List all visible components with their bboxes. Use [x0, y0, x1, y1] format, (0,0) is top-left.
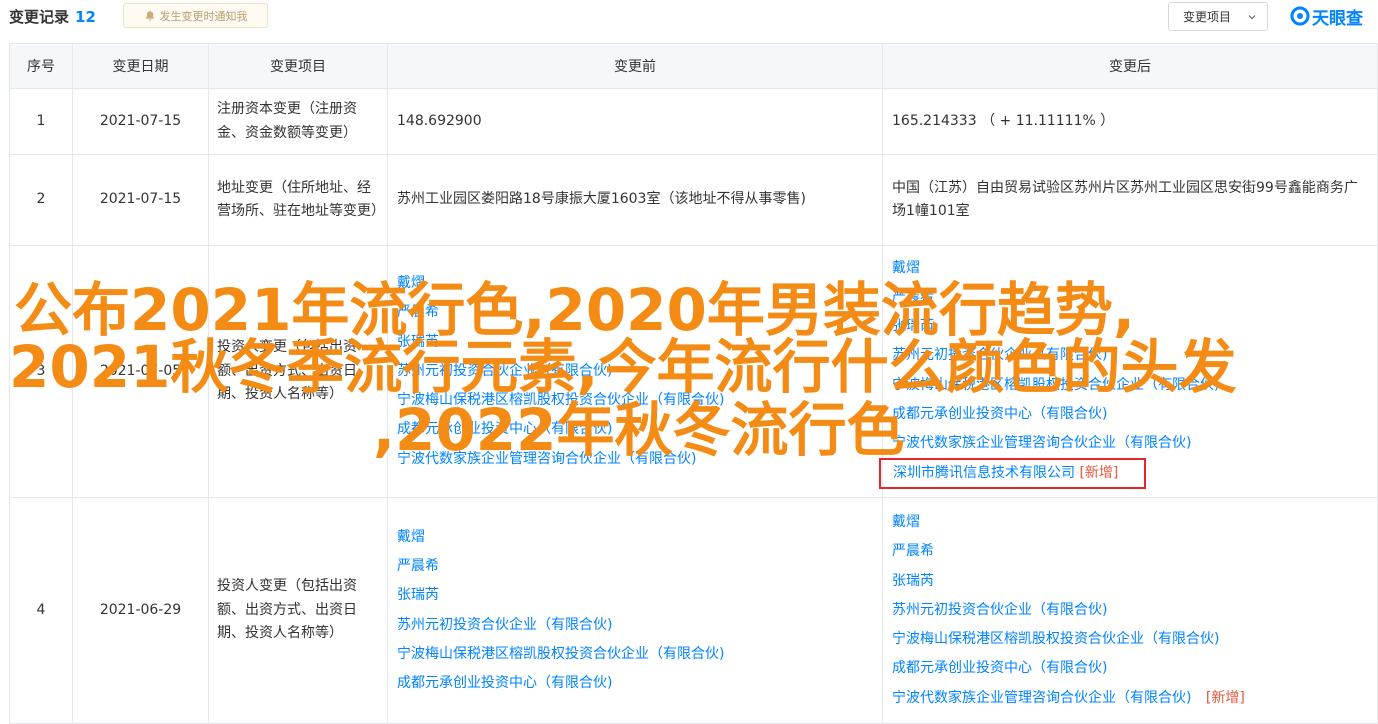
record-count: 12: [75, 8, 96, 26]
tianyancha-logo: 天眼查: [1290, 5, 1363, 29]
row-before: 苏州工业园区娄阳路18号康振大厦1603室（该地址不得从事零售): [387, 154, 883, 246]
investor-link[interactable]: 戴熠: [397, 523, 873, 552]
investor-link[interactable]: 严晨希: [397, 298, 873, 327]
investor-link[interactable]: 张瑞芮: [892, 567, 1368, 596]
table-row: 1 2021-07-15 注册资本变更（注册资金、资金数额等变更） 148.69…: [9, 88, 1378, 155]
investor-link[interactable]: 戴熠: [892, 254, 1368, 283]
section-title: 变更记录 12: [9, 6, 96, 27]
row-after: 中国（江苏）自由贸易试验区苏州片区苏州工业园区思安街99号鑫能商务广场1幢101…: [882, 154, 1378, 246]
row-date: 2021-06-29: [72, 497, 209, 724]
row-date: 2021-07-15: [72, 88, 209, 155]
investor-link[interactable]: 张瑞芮: [397, 581, 873, 610]
table-row: 4 2021-06-29 投资人变更（包括出资额、出资方式、出资日期、投资人名称…: [9, 497, 1378, 724]
row-after: 165.214333 （ + 11.11111% ）: [882, 88, 1378, 155]
bell-icon: [145, 10, 154, 21]
investor-link[interactable]: 宁波梅山保税港区榕凯股权投资合伙企业（有限合伙): [892, 625, 1368, 654]
investor-link[interactable]: 成都元承创业投资中心（有限合伙): [892, 654, 1368, 683]
investor-link[interactable]: 苏州元初投资合伙企业（有限合伙): [892, 341, 1368, 370]
new-tag: [新增]: [1079, 465, 1119, 482]
row-item: 注册资本变更（注册资金、资金数额等变更）: [208, 88, 388, 155]
investor-link[interactable]: 戴熠: [892, 508, 1368, 537]
investor-link[interactable]: 宁波代数家族企业管理咨询合伙企业（有限合伙): [892, 429, 1368, 458]
investor-link[interactable]: 成都元承创业投资中心（有限合伙): [397, 415, 873, 444]
investor-link-new[interactable]: 宁波代数家族企业管理咨询合伙企业（有限合伙): [892, 690, 1191, 706]
row-index: 4: [9, 497, 73, 724]
table-row: 3 2021-07-05 投资人变更（包括出资额、出资方式、出资日期、投资人名称…: [9, 245, 1378, 498]
new-tag: [新增]: [1205, 689, 1245, 706]
investor-link[interactable]: 戴熠: [397, 269, 873, 298]
investor-link[interactable]: 宁波代数家族企业管理咨询合伙企业（有限合伙): [397, 445, 873, 474]
top-bar: 变更记录 12 发生变更时通知我 变更项目 天眼查: [0, 0, 1378, 34]
row-date: 2021-07-05: [72, 245, 209, 498]
investor-link[interactable]: 严晨希: [397, 552, 873, 581]
col-header-after: 变更后: [882, 43, 1378, 89]
investor-link[interactable]: 苏州元初投资合伙企业（有限合伙): [397, 357, 873, 386]
col-header-date: 变更日期: [72, 43, 209, 89]
row-item: 投资人变更（包括出资额、出资方式、出资日期、投资人名称等）: [208, 245, 388, 498]
change-record-table: 序号 变更日期 变更项目 变更前 变更后 1 2021-07-15 注册资本变更…: [9, 43, 1378, 724]
row-index: 1: [9, 88, 73, 155]
col-header-item: 变更项目: [208, 43, 388, 89]
logo-text: 天眼查: [1312, 8, 1363, 29]
change-item-filter-label: 变更项目: [1183, 10, 1232, 24]
chevron-down-icon: [1248, 14, 1256, 19]
change-item-filter[interactable]: 变更项目: [1168, 2, 1268, 31]
investor-link[interactable]: 宁波梅山保税港区榕凯股权投资合伙企业（有限合伙): [397, 386, 873, 415]
row-index: 2: [9, 154, 73, 246]
row-before: 戴熠 严晨希 张瑞芮 苏州元初投资合伙企业（有限合伙) 宁波梅山保税港区榕凯股权…: [387, 245, 883, 498]
row-before: 148.692900: [387, 88, 883, 155]
investor-link[interactable]: 张瑞芮: [397, 328, 873, 357]
row-before: 戴熠 严晨希 张瑞芮 苏州元初投资合伙企业（有限合伙) 宁波梅山保税港区榕凯股权…: [387, 497, 883, 724]
row-date: 2021-07-15: [72, 154, 209, 246]
row-after: 戴熠 严晨希 张瑞芮 苏州元初投资合伙企业（有限合伙) 宁波梅山保税港区榕凯股权…: [882, 497, 1378, 724]
section-title-text: 变更记录: [9, 8, 70, 26]
table-header-row: 序号 变更日期 变更项目 变更前 变更后: [9, 43, 1378, 89]
row-item: 地址变更（住所地址、经营场所、驻在地址等变更）: [208, 154, 388, 246]
investor-link[interactable]: 成都元承创业投资中心（有限合伙): [397, 669, 873, 698]
investor-link[interactable]: 宁波梅山保税港区榕凯股权投资合伙企业（有限合伙): [397, 640, 873, 669]
new-investor-highlight: 深圳市腾讯信息技术有限公司 [新增]: [879, 458, 1368, 490]
notify-me-label: 发生变更时通知我: [159, 9, 248, 23]
investor-link[interactable]: 宁波梅山保税港区榕凯股权投资合伙企业（有限合伙): [892, 371, 1368, 400]
investor-link[interactable]: 张瑞芮: [892, 312, 1368, 341]
col-header-index: 序号: [9, 43, 73, 89]
logo-icon: [1290, 6, 1310, 26]
investor-link[interactable]: 严晨希: [892, 537, 1368, 566]
highlight-box: 深圳市腾讯信息技术有限公司 [新增]: [879, 458, 1147, 490]
row-item: 投资人变更（包括出资额、出资方式、出资日期、投资人名称等）: [208, 497, 388, 724]
row-after: 戴熠 严晨希 张瑞芮 苏州元初投资合伙企业（有限合伙) 宁波梅山保税港区榕凯股权…: [879, 245, 1378, 498]
table-row: 2 2021-07-15 地址变更（住所地址、经营场所、驻在地址等变更） 苏州工…: [9, 154, 1378, 246]
row-index: 3: [9, 245, 73, 498]
notify-me-button[interactable]: 发生变更时通知我: [123, 3, 268, 28]
investor-link[interactable]: 成都元承创业投资中心（有限合伙): [892, 400, 1368, 429]
investor-link[interactable]: 苏州元初投资合伙企业（有限合伙): [892, 596, 1368, 625]
new-investor-row: 宁波代数家族企业管理咨询合伙企业（有限合伙) [新增]: [892, 684, 1368, 713]
investor-link[interactable]: 苏州元初投资合伙企业（有限合伙): [397, 611, 873, 640]
investor-link-new[interactable]: 深圳市腾讯信息技术有限公司: [893, 465, 1075, 481]
investor-link[interactable]: 严晨希: [892, 283, 1368, 312]
col-header-before: 变更前: [387, 43, 883, 89]
